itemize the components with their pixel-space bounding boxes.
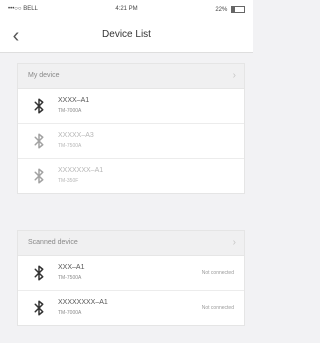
connection-status: Not connected [201,305,234,311]
my-device-header[interactable]: My device › [18,64,244,89]
scanned-device-row[interactable]: XXXXXXXX–A1 TM-7000A Not connected [18,291,244,325]
my-device-row[interactable]: XXXXX–A3 TM-7500A [18,124,244,159]
page-title: Device List [102,29,151,40]
bluetooth-icon [30,167,48,185]
chevron-right-icon: › [232,70,236,81]
device-name: XXXXX–A3 [58,132,94,139]
device-name: XXXXXXX–A1 [58,167,104,174]
bluetooth-icon [30,264,48,282]
connection-status: Not connected [201,270,234,276]
status-bar: •••○○ BELL 4:21 PM 22% [0,0,253,20]
bluetooth-icon [30,299,48,317]
my-device-row[interactable]: XXXX–A1 TM-7000A [18,89,244,124]
device-model: TM-7500A [58,143,82,149]
bluetooth-icon [30,132,48,150]
device-name: XXXX–A1 [58,97,90,104]
scanned-device-header-label: Scanned device [28,239,78,246]
scanned-device-section: Scanned device › XXX–A1 TM-7500A Not con… [17,230,245,326]
battery-percent: 22% [215,7,228,14]
device-name: XXXXXXXX–A1 [58,299,108,306]
device-model: TM-7000A [58,310,82,316]
chevron-right-icon: › [232,237,236,248]
device-model: TM-350F [58,178,79,184]
device-name: XXX–A1 [58,264,85,271]
battery-icon [231,6,245,13]
scanned-device-header[interactable]: Scanned device › [18,231,244,256]
my-device-section: My device › XXXX–A1 TM-7000A XXXXX–A3 TM… [17,63,245,194]
bluetooth-icon [30,97,48,115]
my-device-row[interactable]: XXXXXXX–A1 TM-350F [18,159,244,193]
my-device-header-label: My device [28,72,60,79]
scanned-device-row[interactable]: XXX–A1 TM-7500A Not connected [18,256,244,291]
navigation-bar: ‹ Device List [0,20,253,53]
battery-status: 22% [215,6,245,13]
device-model: TM-7000A [58,108,82,114]
device-model: TM-7500A [58,275,82,281]
